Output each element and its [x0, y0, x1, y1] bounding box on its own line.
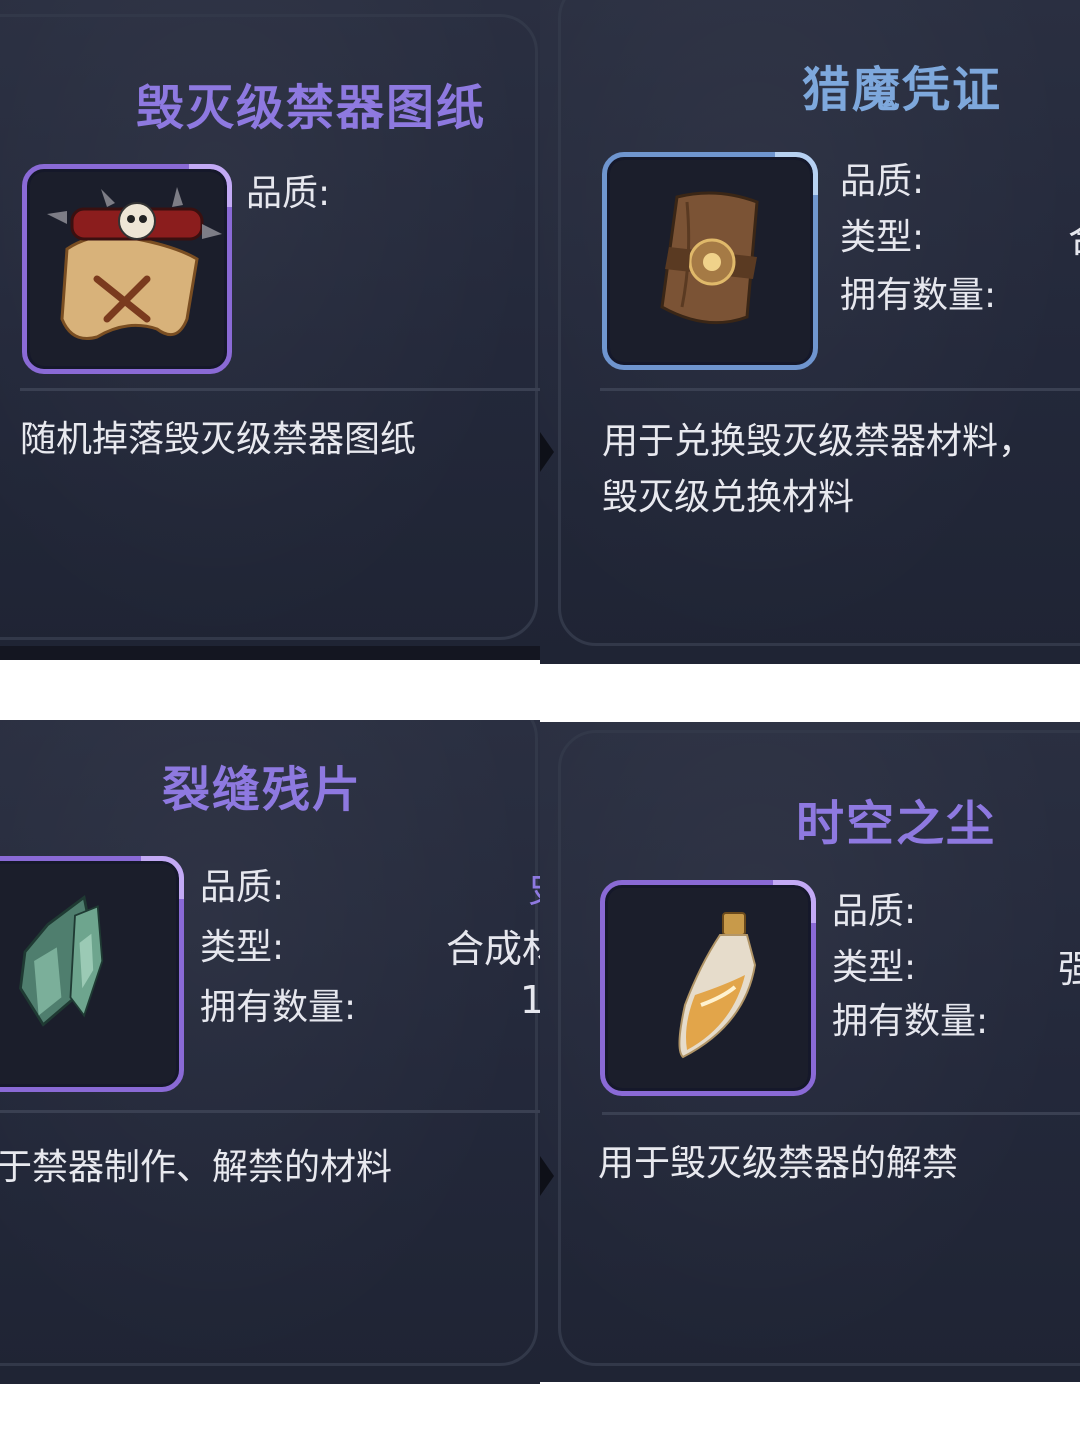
- owned-label: 拥有数量:: [200, 987, 357, 1028]
- cursed-blueprint-scroll-icon: [47, 187, 222, 340]
- owned-label: 拥有数量:: [840, 275, 997, 316]
- item-description-line-2: 毁灭级兑换材料: [602, 477, 855, 518]
- quality-label: 品质:: [200, 867, 285, 908]
- rolled-scroll-icon: [660, 191, 759, 325]
- item-description: 用于毁灭级禁器的解禁: [598, 1143, 959, 1184]
- item-panel-blueprint: 毁灭级禁器图纸 品质: 随机掉落毁灭级禁器图纸: [0, 0, 540, 660]
- crystal-shard-icon: [19, 894, 104, 1027]
- type-value: 合: [1068, 208, 1080, 263]
- item-description-line-1: 用于兑换毁灭级禁器材料，: [602, 421, 1035, 462]
- quality-label: 品质:: [832, 891, 917, 932]
- divider: [0, 1110, 540, 1113]
- item-icon-frame: [600, 880, 816, 1096]
- item-icon-frame: [602, 152, 818, 370]
- item-panel-hunter-voucher: 猎魔凭证 品质: 类型: 合 拥有数量: 用于兑换毁灭级禁器材料， 毁灭级兑换材…: [540, 0, 1080, 664]
- quality-label: 品质:: [246, 173, 331, 214]
- item-title: 毁灭级禁器图纸: [136, 80, 487, 136]
- dust-vial-icon: [678, 912, 757, 1059]
- divider: [602, 1112, 1080, 1115]
- item-title: 时空之尘: [796, 796, 997, 852]
- item-icon-frame: [22, 164, 232, 374]
- item-description: 随机掉落毁灭级禁器图纸: [20, 419, 417, 460]
- item-icon-frame: [0, 856, 184, 1092]
- owned-value: 1: [520, 978, 540, 1022]
- item-description: 于禁器制作、解禁的材料: [0, 1147, 393, 1188]
- type-label: 类型:: [832, 947, 917, 988]
- type-value: 强: [1058, 947, 1080, 991]
- item-panel-rift-fragment: 裂缝残片 品质: 史 类型: 合成材 拥有数量: 1 于禁器制作、解禁的材料: [0, 720, 540, 1384]
- type-label: 类型:: [840, 217, 925, 258]
- bottom-strip: [0, 646, 540, 660]
- type-value: 合成材: [446, 927, 540, 971]
- item-title: 裂缝残片: [162, 762, 363, 818]
- panel-arrow: [540, 1156, 554, 1196]
- item-panel-spacetime-dust: 时空之尘 品质: 类型: 强 拥有数量: 用于毁灭级禁器的解禁: [540, 722, 1080, 1382]
- quality-value: 史: [528, 858, 540, 913]
- divider: [600, 388, 1080, 391]
- item-title: 猎魔凭证: [802, 62, 1003, 118]
- divider: [20, 388, 540, 391]
- quality-label: 品质:: [840, 161, 925, 202]
- type-label: 类型:: [200, 927, 285, 968]
- panel-arrow: [540, 432, 554, 472]
- owned-label: 拥有数量:: [832, 1001, 989, 1042]
